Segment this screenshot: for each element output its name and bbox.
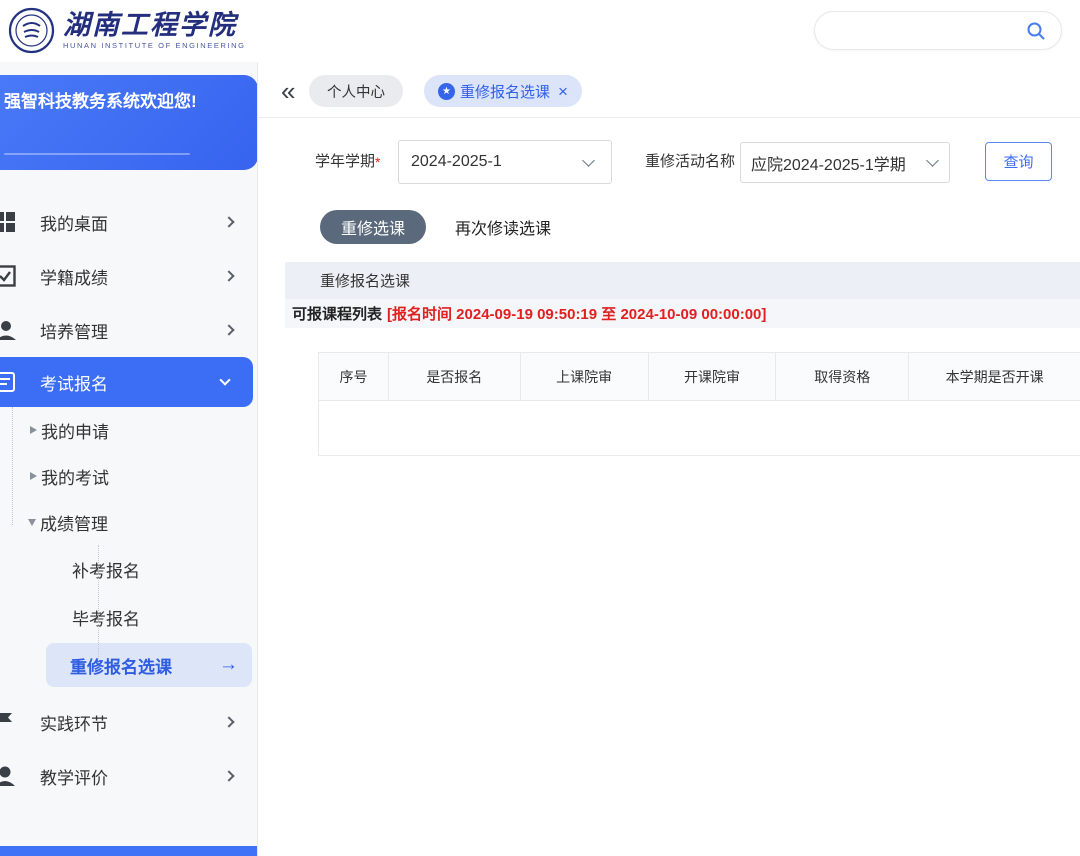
chevron-right-icon — [223, 216, 234, 227]
sidebar-item-evaluation[interactable]: 教学评价 — [0, 749, 257, 803]
welcome-divider — [4, 153, 190, 155]
col-index: 序号 — [319, 353, 389, 400]
caret-right-icon — [30, 472, 37, 480]
section-header: 重修报名选课 — [285, 262, 1080, 299]
tab-retake-selection[interactable]: ★ 重修报名选课 × — [424, 75, 582, 107]
sidebar-item-desktop[interactable]: 我的桌面 — [0, 195, 257, 249]
sidebar: 强智科技教务系统欢迎您! 我的桌面 学籍成绩 培养管理 — [0, 62, 258, 856]
exam-icon — [0, 371, 40, 393]
col-registered: 是否报名 — [389, 353, 521, 400]
practice-icon — [0, 711, 40, 733]
search-icon[interactable] — [1025, 20, 1047, 42]
close-icon[interactable]: × — [558, 83, 568, 100]
semester-label: 学年学期* — [315, 140, 380, 184]
star-icon: ★ — [438, 83, 455, 100]
chevron-right-icon — [223, 716, 234, 727]
evaluation-icon — [0, 765, 40, 787]
col-offered-this-semester: 本学期是否开课 — [909, 353, 1080, 400]
registration-time-range: [报名时间 2024-09-19 09:50:19 至 2024-10-09 0… — [387, 303, 766, 324]
query-button[interactable]: 查询 — [985, 142, 1052, 181]
sidebar-item-training[interactable]: 培养管理 — [0, 303, 257, 357]
tab-restudy-course[interactable]: 再次修读选课 — [455, 210, 551, 244]
course-table: 序号 是否报名 上课院审 开课院审 取得资格 本学期是否开课 — [318, 352, 1080, 456]
university-name: 湖南工程学院 — [63, 12, 246, 40]
welcome-banner: 强智科技教务系统欢迎您! — [0, 75, 258, 170]
submenu-item-retake-selection[interactable]: 重修报名选课 → — [46, 643, 252, 687]
activity-select[interactable]: 应院2024-2025-1学期 — [740, 142, 950, 183]
submenu-item-grade-management[interactable]: 成绩管理 — [0, 499, 257, 545]
tree-line — [12, 407, 13, 525]
exam-submenu: 我的申请 我的考试 成绩管理 补考报名 毕考报名 重修报名选课 → — [0, 407, 257, 687]
welcome-text: 强智科技教务系统欢迎您! — [0, 75, 258, 115]
submenu-item-my-application[interactable]: 我的申请 — [0, 407, 257, 453]
tab-personal-center[interactable]: 个人中心 — [309, 75, 403, 107]
training-icon — [0, 319, 40, 341]
university-seal-icon — [8, 7, 55, 54]
university-name-en: HUNAN INSTITUTE OF ENGINEERING — [63, 41, 246, 50]
sidebar-bottom-bar — [0, 846, 258, 856]
required-mark: * — [375, 154, 380, 170]
submenu-item-my-exams[interactable]: 我的考试 — [0, 453, 257, 499]
search-input[interactable] — [814, 11, 1062, 50]
tree-line — [98, 545, 99, 663]
sidebar-item-records[interactable]: 学籍成绩 — [0, 249, 257, 303]
chevron-down-icon — [219, 374, 230, 385]
chevron-right-icon — [223, 770, 234, 781]
col-class-college-review: 上课院审 — [521, 353, 649, 400]
col-offering-college-review: 开课院审 — [649, 353, 777, 400]
university-logo: 湖南工程学院 HUNAN INSTITUTE OF ENGINEERING — [8, 7, 246, 54]
course-list-title: 可报课程列表 — [292, 303, 382, 324]
course-list-info: 可报课程列表 [报名时间 2024-09-19 09:50:19 至 2024-… — [285, 299, 1080, 328]
submenu-item-makeup-exam[interactable]: 补考报名 — [0, 545, 257, 593]
main-content: « 个人中心 ★ 重修报名选课 × 学年学期* 2024-2025-1 重修活动… — [259, 62, 1080, 856]
collapse-icon[interactable]: « — [281, 76, 295, 106]
tab-retake-course[interactable]: 重修选课 — [320, 210, 426, 244]
table-empty-row — [319, 401, 1080, 456]
sidebar-item-practice[interactable]: 实践环节 — [0, 695, 257, 749]
desktop-icon — [0, 211, 40, 233]
chevron-down-icon — [582, 154, 595, 167]
top-header: 湖南工程学院 HUNAN INSTITUTE OF ENGINEERING — [0, 0, 1080, 62]
table-header-row: 序号 是否报名 上课院审 开课院审 取得资格 本学期是否开课 — [319, 353, 1080, 401]
tabbar-divider — [259, 117, 1080, 118]
section-title: 重修报名选课 — [320, 270, 410, 291]
sidebar-item-exam-registration[interactable]: 考试报名 — [0, 357, 253, 407]
chevron-right-icon — [223, 324, 234, 335]
arrow-right-icon: → — [219, 654, 238, 676]
submenu-item-graduation-exam[interactable]: 毕考报名 — [0, 593, 257, 641]
semester-select[interactable]: 2024-2025-1 — [398, 140, 612, 184]
caret-right-icon — [30, 426, 37, 434]
chevron-right-icon — [223, 270, 234, 281]
activity-label: 重修活动名称 — [645, 140, 735, 184]
caret-down-icon — [28, 519, 36, 526]
col-qualification: 取得资格 — [776, 353, 909, 400]
transcript-icon — [0, 265, 40, 287]
sidebar-menu: 我的桌面 学籍成绩 培养管理 考试报名 — [0, 195, 257, 803]
